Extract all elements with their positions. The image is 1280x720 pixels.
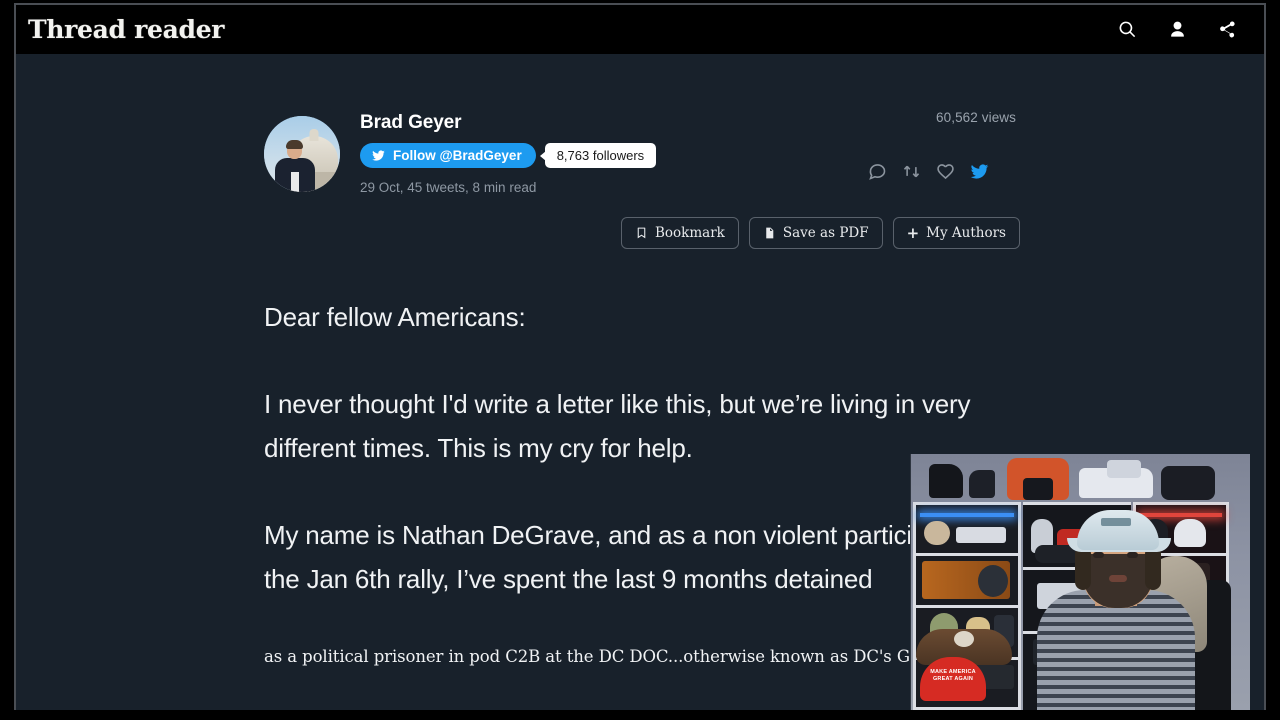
site-logo[interactable]: Thread reader [28, 15, 224, 44]
user-icon[interactable] [1166, 19, 1188, 41]
toy-figure [1161, 466, 1215, 500]
toy-porg [924, 521, 950, 545]
person-cap [1077, 510, 1159, 550]
content-wrapper: 60,562 views Brad Geyer Follow @BradGeye… [260, 110, 1020, 670]
bookmark-button-label: Bookmark [655, 225, 725, 241]
person-hair-right [1145, 546, 1161, 590]
shelf-divider [916, 553, 1018, 556]
thread-content: Dear fellow Americans: I never thought I… [260, 295, 1020, 670]
save-pdf-button[interactable]: Save as PDF [748, 217, 883, 249]
thread-meta: 29 Oct, 45 tweets, 8 min read [360, 180, 537, 195]
avatar-person-hair [286, 140, 303, 149]
follow-button-label: Follow @BradGeyer [393, 148, 522, 163]
toy-figure [1023, 478, 1053, 500]
thread-paragraph: Dear fellow Americans: [264, 302, 526, 332]
shelf-led-blue [920, 513, 1014, 517]
toy-figure [956, 527, 1006, 543]
share-icon[interactable] [1216, 19, 1238, 41]
avatar[interactable] [264, 116, 340, 192]
toy-figure [929, 464, 963, 498]
plus-icon: + [906, 223, 920, 242]
follow-button[interactable]: Follow @BradGeyer [360, 143, 536, 168]
follow-row: Follow @BradGeyer 8,763 followers [360, 143, 657, 168]
person-sweater [1037, 590, 1195, 710]
person-hair-left [1075, 546, 1091, 590]
person-cap-logo [1101, 518, 1131, 526]
my-authors-button[interactable]: + My Authors [892, 217, 1020, 249]
site-header: Thread reader [16, 5, 1264, 54]
action-button-row: Bookmark Save as PDF + My Authors [260, 217, 1020, 249]
toy-figure [978, 565, 1008, 597]
avatar-person-shirt [291, 172, 299, 192]
search-icon[interactable] [1116, 19, 1138, 41]
person-mouth [1109, 575, 1127, 582]
webcam-overlay: MAKE AMERICA GREAT AGAIN [910, 454, 1250, 710]
thread-paragraph: I never thought I'd write a letter like … [264, 389, 971, 463]
header-icon-group [1116, 19, 1238, 41]
shelf-left: MAKE AMERICA GREAT AGAIN [913, 502, 1021, 710]
save-pdf-button-label: Save as PDF [782, 225, 869, 241]
person-eye-left [1093, 552, 1104, 558]
webcam-person [1023, 498, 1231, 710]
pdf-file-icon [763, 226, 776, 240]
twitter-icon[interactable] [969, 161, 990, 182]
toy-figure [1107, 460, 1141, 478]
views-count: 60,562 views [936, 110, 1016, 125]
reply-icon[interactable] [867, 161, 888, 182]
like-icon[interactable] [935, 161, 956, 182]
maga-hat-text: MAKE AMERICA GREAT AGAIN [920, 669, 986, 683]
toy-figure [969, 470, 995, 498]
browser-frame: Thread reader 60,562 views Brad Geyer Fo… [14, 3, 1266, 710]
thread-paragraph: My name is Nathan DeGrave, and as a non … [264, 520, 991, 594]
toy-eagle-head [954, 631, 974, 647]
maga-line-1: MAKE AMERICA [930, 669, 976, 675]
person-eye-right [1127, 552, 1138, 558]
maga-line-2: GREAT AGAIN [932, 676, 974, 682]
my-authors-button-label: My Authors [926, 225, 1006, 241]
thread-serif-line: as a political prisoner in pod C2B at th… [264, 647, 952, 666]
stats-column: 60,562 views [790, 110, 1020, 182]
bookmark-icon [635, 226, 648, 240]
retweet-icon[interactable] [901, 161, 922, 182]
followers-count[interactable]: 8,763 followers [544, 143, 657, 168]
bookmark-button[interactable]: Bookmark [621, 217, 739, 249]
author-meta: Brad Geyer Follow @BradGeyer 8,763 follo… [360, 110, 657, 195]
author-name: Brad Geyer [360, 112, 462, 133]
shelf-divider [916, 605, 1018, 608]
webcam-top-shelf-clutter [911, 454, 1250, 504]
screen-root: Thread reader 60,562 views Brad Geyer Fo… [0, 0, 1280, 720]
twitter-bird-icon [371, 148, 386, 163]
social-actions [790, 161, 1020, 182]
